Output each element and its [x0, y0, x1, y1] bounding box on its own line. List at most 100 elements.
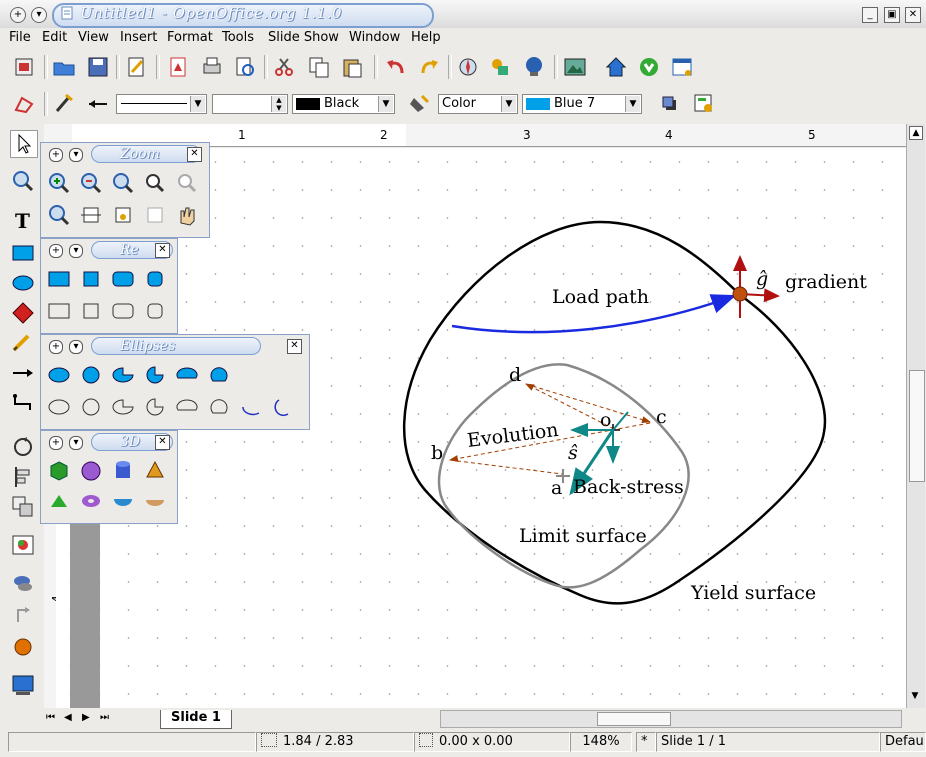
cube-icon[interactable]: [47, 459, 71, 483]
zoom-out-icon[interactable]: [79, 171, 103, 195]
ellipse-segment-filled-icon[interactable]: [175, 363, 199, 387]
cone-icon[interactable]: [143, 459, 167, 483]
point-b-label: b: [431, 442, 443, 464]
square-filled-icon[interactable]: [79, 267, 103, 291]
status-bar: 1.84 / 2.83 0.00 x 0.00 148% * Slide 1 /…: [0, 730, 926, 752]
shell-icon[interactable]: [111, 489, 135, 513]
rounded-square-outline-icon[interactable]: [143, 299, 167, 323]
tab-slide-1[interactable]: Slide 1: [160, 710, 232, 729]
rounded-rectangle-filled-icon[interactable]: [111, 267, 135, 291]
position-value: 1.84 / 2.83: [283, 734, 354, 749]
limit-surface-label: Limit surface: [519, 525, 647, 547]
close-icon[interactable]: ✕: [287, 339, 302, 354]
ellipse-arc-icon[interactable]: [239, 395, 263, 419]
back-stress-label: Back-stress: [573, 476, 684, 498]
palette-options-icon[interactable]: ▾: [69, 340, 83, 354]
zoom-object-icon[interactable]: [143, 203, 167, 227]
ellipse-pie-outline-icon[interactable]: [111, 395, 135, 419]
vertical-scrollbar[interactable]: ▲ ▼: [906, 124, 925, 708]
slide-tab-bar: ⏮ ◀ ▶ ⏭ Slide 1: [44, 710, 924, 729]
half-sphere-icon[interactable]: [143, 489, 167, 513]
dashed-vector-c[interactable]: [525, 383, 651, 424]
rectangle-outline-icon[interactable]: [47, 299, 71, 323]
zoom-optimal-icon[interactable]: [111, 203, 135, 227]
sphere-icon[interactable]: [79, 459, 103, 483]
pyramid-icon[interactable]: [47, 489, 71, 513]
zoom-palette: + ▾ Zoom ✕: [40, 142, 210, 238]
circle-arc-icon[interactable]: [271, 395, 295, 419]
shift-hand-icon[interactable]: [175, 203, 199, 227]
palette-menu-icon[interactable]: +: [49, 340, 63, 354]
gradient-label: gradient: [785, 271, 867, 293]
point-d-label: d: [509, 364, 521, 386]
ellipse-pie-filled-icon[interactable]: [111, 363, 135, 387]
ellipses-palette: + ▾ Ellipses ✕: [40, 334, 310, 430]
rounded-rectangle-outline-icon[interactable]: [111, 299, 135, 323]
zoom-previous-icon[interactable]: [143, 171, 167, 195]
ellipse-filled-icon[interactable]: [47, 363, 71, 387]
scroll-up-icon[interactable]: ▲: [909, 126, 923, 140]
palette-header[interactable]: + ▾ Re ✕: [41, 239, 177, 261]
rectangle-filled-icon[interactable]: [47, 267, 71, 291]
circle-pie-outline-icon[interactable]: [143, 395, 167, 419]
tab-nav-first-icon[interactable]: ⏮: [46, 712, 60, 726]
size-value: 0.00 x 0.00: [439, 734, 513, 749]
palette-options-icon[interactable]: ▾: [69, 244, 83, 258]
circle-outline-icon[interactable]: [79, 395, 103, 419]
zoom-page-width-icon[interactable]: [79, 203, 103, 227]
point-o-label: o: [600, 409, 611, 431]
palette-menu-icon[interactable]: +: [49, 436, 63, 450]
cylinder-icon[interactable]: [111, 459, 135, 483]
status-layout: Default: [880, 732, 926, 752]
palette-options-icon[interactable]: ▾: [69, 148, 83, 162]
zoom-in-icon[interactable]: [47, 171, 71, 195]
ellipse-outline-icon[interactable]: [47, 395, 71, 419]
palette-title: Zoom: [91, 145, 201, 163]
gradient-point[interactable]: [732, 286, 748, 302]
circle-segment-outline-icon[interactable]: [207, 395, 231, 419]
dashed-vector-a[interactable]: [449, 459, 563, 475]
position-icon: [261, 733, 277, 747]
circle-segment-filled-icon[interactable]: [207, 363, 231, 387]
palette-header[interactable]: + ▾ Ellipses ✕: [41, 335, 309, 357]
evolution-label: Evolution: [466, 419, 560, 452]
load-path-label: Load path: [552, 286, 649, 308]
palette-menu-icon[interactable]: +: [49, 244, 63, 258]
tab-nav-next-icon[interactable]: ▶: [82, 712, 96, 726]
scroll-thumb[interactable]: [597, 712, 671, 726]
palette-title: Ellipses: [91, 337, 261, 355]
tab-nav-prev-icon[interactable]: ◀: [64, 712, 78, 726]
square-outline-icon[interactable]: [79, 299, 103, 323]
close-icon[interactable]: ✕: [187, 147, 202, 162]
rounded-square-filled-icon[interactable]: [143, 267, 167, 291]
3d-objects-palette: + ▾ 3D ✕: [40, 430, 178, 524]
status-zoom[interactable]: 148%: [570, 732, 632, 752]
point-a-label: a: [551, 477, 562, 499]
palette-menu-icon[interactable]: +: [49, 148, 63, 162]
palette-header[interactable]: + ▾ 3D ✕: [41, 431, 177, 453]
close-icon[interactable]: ✕: [155, 435, 170, 450]
scroll-down-icon[interactable]: ▼: [909, 690, 921, 702]
horizontal-scrollbar[interactable]: [440, 710, 902, 728]
yield-surface-label: Yield surface: [690, 582, 816, 604]
s-hat-label: ŝ: [568, 442, 578, 464]
palette-options-icon[interactable]: ▾: [69, 436, 83, 450]
palette-header[interactable]: + ▾ Zoom ✕: [41, 143, 209, 165]
zoom-next-icon[interactable]: [175, 171, 199, 195]
status-size: 0.00 x 0.00: [414, 732, 570, 752]
torus-icon[interactable]: [79, 489, 103, 513]
status-position: 1.84 / 2.83: [256, 732, 414, 752]
circle-filled-icon[interactable]: [79, 363, 103, 387]
gradient-hat-label: ĝ: [756, 268, 768, 290]
scroll-thumb[interactable]: [909, 370, 925, 482]
point-c-label: c: [656, 406, 667, 428]
zoom-100-icon[interactable]: [111, 171, 135, 195]
status-slide: Slide 1 / 1: [656, 732, 880, 752]
circle-pie-filled-icon[interactable]: [143, 363, 167, 387]
size-icon: [419, 733, 433, 747]
zoom-page-icon[interactable]: [47, 203, 71, 227]
rectangles-palette: + ▾ Re ✕: [40, 238, 178, 334]
close-icon[interactable]: ✕: [155, 243, 170, 258]
ellipse-segment-outline-icon[interactable]: [175, 395, 199, 419]
tab-nav-last-icon[interactable]: ⏭: [100, 712, 114, 726]
